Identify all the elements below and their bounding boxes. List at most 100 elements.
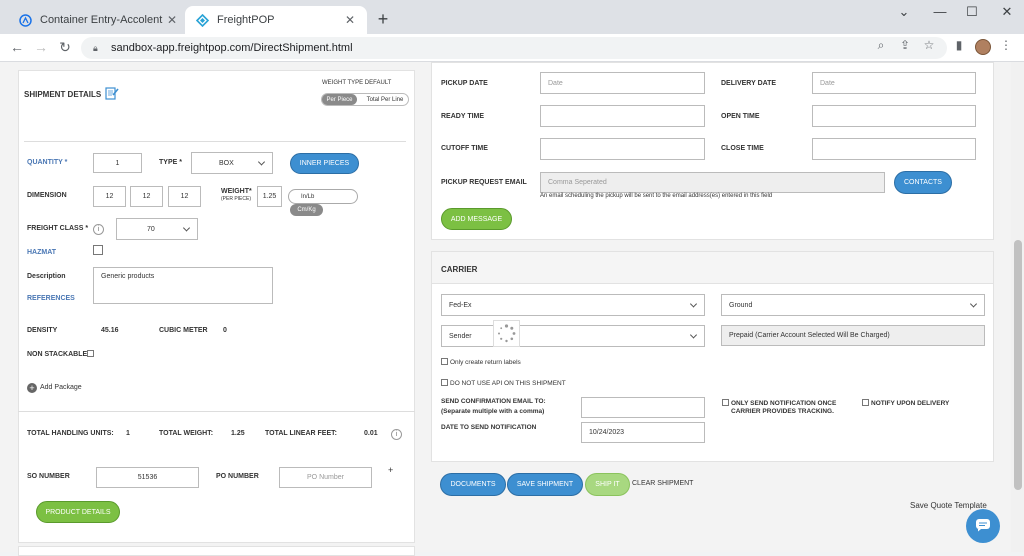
maximize-icon[interactable]: ☐	[958, 4, 986, 20]
close-icon[interactable]: ✕	[165, 13, 179, 27]
info-icon[interactable]: i	[391, 429, 402, 440]
chat-widget-button[interactable]	[966, 509, 1000, 543]
hazmat-label: HAZMAT	[27, 249, 57, 256]
return-labels-checkbox[interactable]	[441, 358, 448, 365]
contacts-button[interactable]: CONTACTS	[894, 171, 952, 194]
total-handling-units-value: 1	[126, 430, 130, 437]
chevron-down-icon[interactable]: ⌄	[890, 4, 918, 20]
dimension-label: DIMENSION	[27, 192, 67, 199]
tab-freightpop[interactable]: FreightPOP ✕	[185, 6, 367, 34]
service-select[interactable]: Ground	[721, 294, 985, 316]
notify-delivery-checkbox[interactable]	[862, 399, 869, 406]
page-content: SHIPMENT DETAILS WEIGHT TYPE DEFAULT Per…	[0, 62, 1024, 556]
ready-time-label: READY TIME	[441, 113, 485, 120]
delivery-date-input[interactable]: Date	[812, 72, 976, 94]
carrier-select[interactable]: Fed-Ex	[441, 294, 705, 316]
non-stackable-checkbox[interactable]	[87, 350, 94, 357]
total-linear-feet-value: 0.01	[364, 430, 378, 437]
accolent-icon	[18, 13, 32, 27]
cubic-meter-label: CUBIC METER	[159, 327, 208, 334]
quantity-input[interactable]: 1	[93, 153, 142, 173]
description-textarea[interactable]: Generic products	[93, 267, 273, 304]
so-number-input[interactable]: 51536	[96, 467, 199, 488]
weight-sublabel: (PER PIECE)	[221, 196, 252, 202]
total-weight-value: 1.25	[231, 430, 245, 437]
no-api-label: DO NOT USE API ON THIS SHIPMENT	[450, 380, 566, 387]
menu-icon[interactable]: ⋮	[998, 38, 1014, 52]
chevron-down-icon	[182, 224, 191, 232]
open-time-label: OPEN TIME	[721, 113, 760, 120]
pickup-date-input[interactable]: Date	[540, 72, 705, 94]
carrier-header	[432, 252, 993, 284]
freight-class-label: FREIGHT CLASS *	[27, 225, 89, 232]
scrollbar-thumb[interactable]	[1014, 240, 1022, 490]
side-panel-icon[interactable]: ▮	[951, 38, 967, 52]
close-window-icon[interactable]: ✕	[993, 4, 1021, 20]
minimize-icon[interactable]: —	[926, 4, 954, 19]
toggle-total-per-line[interactable]: Total Per Line	[361, 94, 409, 105]
so-number-label: SO NUMBER	[27, 473, 70, 480]
freight-class-select[interactable]: 70	[116, 218, 198, 240]
add-circle-icon[interactable]: +	[27, 383, 37, 393]
no-api-checkbox[interactable]	[441, 379, 448, 386]
bookmark-star-icon[interactable]: ☆	[921, 38, 937, 52]
payer-select[interactable]: Sender	[441, 325, 705, 347]
notify-once-checkbox[interactable]	[722, 399, 729, 406]
date-notify-input[interactable]: 10/24/2023	[581, 422, 705, 443]
total-weight-label: TOTAL WEIGHT:	[159, 430, 214, 437]
pickup-date-label: PICKUP DATE	[441, 80, 488, 87]
service-value: Ground	[729, 301, 753, 309]
close-icon[interactable]: ✕	[343, 13, 357, 27]
avatar[interactable]	[975, 39, 991, 55]
inner-pieces-button[interactable]: INNER PIECES	[290, 153, 359, 174]
zoom-icon[interactable]: ⌕	[873, 38, 889, 53]
tab-accolent-erp[interactable]: Container Entry-Accolent ERP ✕	[8, 6, 189, 34]
product-details-button[interactable]: PRODUCT DETAILS	[36, 501, 120, 523]
pickup-request-email-input[interactable]: Comma Seperated	[540, 172, 885, 193]
type-value: BOX	[219, 159, 234, 167]
reload-icon[interactable]: ↻	[56, 39, 74, 56]
confirmation-email-input[interactable]	[581, 397, 705, 418]
cutoff-time-input[interactable]	[540, 138, 705, 160]
toggle-per-piece[interactable]: Per Piece	[322, 94, 357, 105]
add-package-link[interactable]: Add Package	[40, 384, 82, 391]
browser-toolbar: ← → ↻ 🔒︎ sandbox-app.freightpop.com/Dire…	[0, 34, 1024, 62]
weight-input[interactable]: 1.25	[257, 186, 282, 207]
new-tab-icon[interactable]: +	[373, 9, 393, 30]
address-bar[interactable]: 🔒︎ sandbox-app.freightpop.com/DirectShip…	[81, 37, 947, 59]
dimension-height-input[interactable]: 12	[168, 186, 201, 207]
ready-time-input[interactable]	[540, 105, 705, 127]
pickup-request-email-label: PICKUP REQUEST EMAIL	[441, 179, 527, 186]
carrier-value: Fed-Ex	[449, 301, 472, 309]
hazmat-checkbox[interactable]	[93, 245, 103, 255]
info-icon[interactable]: i	[93, 224, 104, 235]
add-message-button[interactable]: ADD MESSAGE	[441, 208, 512, 230]
density-value: 45.16	[101, 327, 119, 334]
carrier-title: CARRIER	[441, 265, 478, 274]
lock-icon: 🔒︎	[93, 42, 98, 53]
url-text: sandbox-app.freightpop.com/DirectShipmen…	[111, 42, 353, 54]
share-icon[interactable]: ⇪	[897, 38, 913, 52]
dimension-length-input[interactable]: 12	[93, 186, 126, 207]
po-number-input[interactable]: PO Number	[279, 467, 372, 488]
save-shipment-button[interactable]: SAVE SHIPMENT	[507, 473, 583, 496]
dimension-width-input[interactable]: 12	[130, 186, 163, 207]
clear-shipment-link[interactable]: CLEAR SHIPMENT	[632, 480, 693, 487]
loading-spinner-icon	[493, 320, 520, 347]
edit-document-icon[interactable]	[105, 86, 119, 100]
close-time-input[interactable]	[812, 138, 976, 160]
ship-it-button[interactable]: SHIP IT	[585, 473, 630, 496]
open-time-input[interactable]	[812, 105, 976, 127]
back-icon[interactable]: ←	[8, 39, 26, 55]
save-quote-template-link[interactable]: Save Quote Template	[910, 501, 987, 510]
add-po-icon[interactable]: +	[388, 465, 393, 475]
pickup-email-note: An email scheduling the pickup will be s…	[540, 193, 773, 199]
chat-bubble-icon	[975, 518, 991, 534]
documents-button[interactable]: DOCUMENTS	[440, 473, 506, 496]
type-select[interactable]: BOX	[191, 152, 273, 174]
total-handling-units-label: TOTAL HANDLING UNITS:	[27, 430, 114, 437]
unit-toggle-metric[interactable]: Cm/Kg	[290, 204, 323, 216]
cubic-meter-value: 0	[223, 327, 227, 334]
unit-toggle-imperial[interactable]: In/Lb	[288, 189, 358, 204]
forward-icon[interactable]: →	[32, 39, 50, 55]
